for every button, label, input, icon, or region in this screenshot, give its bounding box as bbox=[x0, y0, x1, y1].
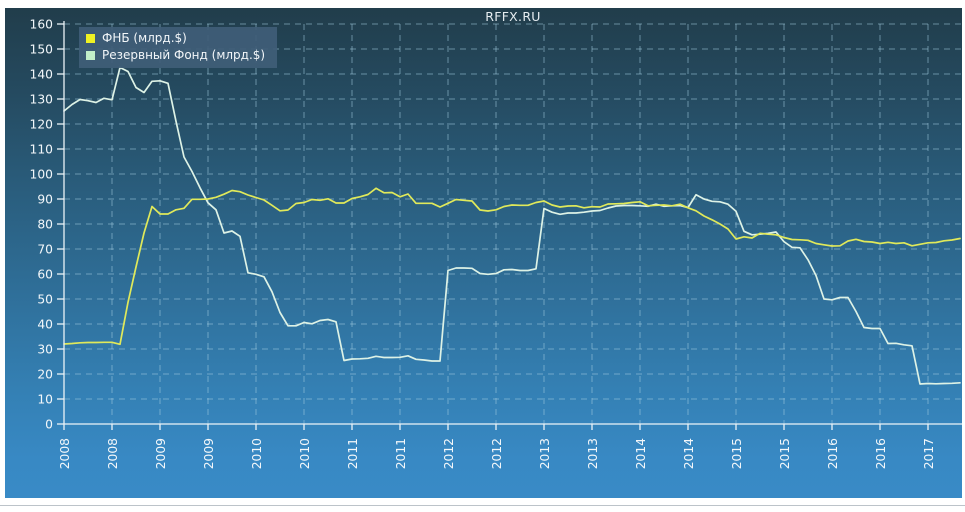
svg-text:2009: 2009 bbox=[202, 438, 216, 469]
svg-text:2015: 2015 bbox=[778, 438, 792, 469]
series-line-fnb bbox=[64, 188, 960, 344]
svg-text:0: 0 bbox=[45, 417, 53, 431]
svg-text:2009: 2009 bbox=[154, 438, 168, 469]
y-axis-labels: 0 10 20 30 40 50 60 70 80 90 100 110 120 130 140 150 160 bbox=[30, 17, 53, 431]
svg-text:30: 30 bbox=[37, 342, 53, 356]
svg-text:70: 70 bbox=[37, 242, 53, 256]
svg-text:2008: 2008 bbox=[106, 438, 120, 469]
svg-text:90: 90 bbox=[37, 192, 53, 206]
svg-text:2014: 2014 bbox=[634, 438, 648, 469]
rffx-fund-chart: RFFX.RU 01020304050607080901001101201301… bbox=[5, 8, 962, 498]
series-line-reserve-fund bbox=[64, 68, 960, 385]
legend-item-reserve-fund: Резервный Фонд (млрд.$) bbox=[86, 48, 265, 63]
svg-text:2017: 2017 bbox=[922, 438, 936, 469]
svg-text:100: 100 bbox=[30, 167, 53, 181]
svg-text:2011: 2011 bbox=[394, 438, 408, 469]
axes bbox=[57, 21, 962, 430]
svg-text:140: 140 bbox=[30, 67, 53, 81]
svg-text:2010: 2010 bbox=[250, 438, 264, 469]
svg-text:80: 80 bbox=[37, 217, 53, 231]
svg-text:110: 110 bbox=[30, 142, 53, 156]
svg-text:2010: 2010 bbox=[298, 438, 312, 469]
svg-text:60: 60 bbox=[37, 267, 53, 281]
gridlines bbox=[64, 24, 962, 424]
svg-text:2013: 2013 bbox=[538, 438, 552, 469]
legend-item-fnb: ФНБ (млрд.$) bbox=[86, 31, 265, 46]
svg-text:120: 120 bbox=[30, 117, 53, 131]
svg-text:130: 130 bbox=[30, 92, 53, 106]
svg-text:40: 40 bbox=[37, 317, 53, 331]
window-bottom-border bbox=[0, 505, 965, 506]
svg-text:10: 10 bbox=[37, 392, 53, 406]
svg-text:2011: 2011 bbox=[346, 438, 360, 469]
fnb-legend-label: ФНБ (млрд.$) bbox=[102, 31, 187, 46]
svg-text:50: 50 bbox=[37, 292, 53, 306]
plot-area: 0 10 20 30 40 50 60 70 80 90 100 110 120 130 140 150 160… bbox=[5, 8, 962, 498]
svg-text:2012: 2012 bbox=[490, 438, 504, 469]
svg-text:2008: 2008 bbox=[58, 438, 72, 469]
fnb-color-swatch-icon bbox=[86, 34, 95, 43]
svg-text:2016: 2016 bbox=[826, 438, 840, 469]
svg-text:2014: 2014 bbox=[682, 438, 696, 469]
svg-text:2012: 2012 bbox=[442, 438, 456, 469]
screenshot: { "title": "RFFX.RU", "legend": [ {"labe… bbox=[0, 0, 965, 512]
svg-text:2015: 2015 bbox=[730, 438, 744, 469]
svg-text:20: 20 bbox=[37, 367, 53, 381]
svg-text:150: 150 bbox=[30, 42, 53, 56]
x-axis-labels: 2008 2008 2009 2009 2010 2010 2011 2011 2012 2012… bbox=[58, 438, 936, 469]
svg-text:2013: 2013 bbox=[586, 438, 600, 469]
reserve-fund-legend-label: Резервный Фонд (млрд.$) bbox=[102, 48, 265, 63]
legend: ФНБ (млрд.$) Резервный Фонд (млрд.$) bbox=[79, 27, 277, 68]
svg-text:160: 160 bbox=[30, 17, 53, 31]
svg-text:2016: 2016 bbox=[874, 438, 888, 469]
reserve-fund-color-swatch-icon bbox=[86, 51, 95, 60]
